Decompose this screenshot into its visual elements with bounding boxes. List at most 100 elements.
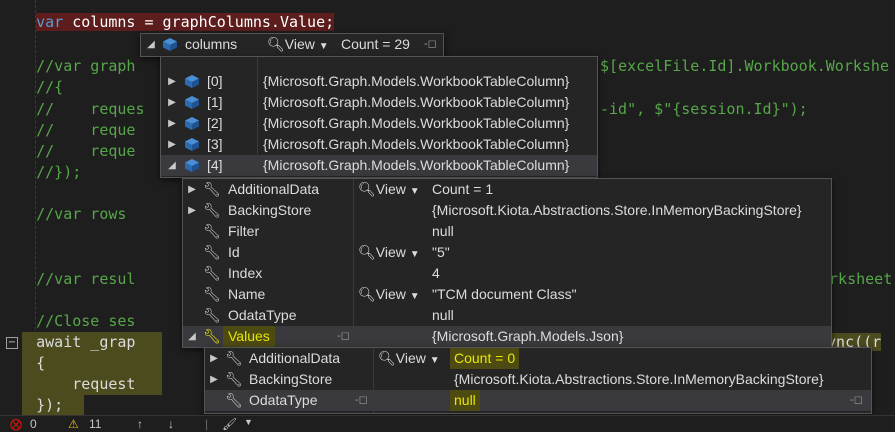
magnifier-icon: 🔍︎	[358, 286, 376, 302]
brush-icon[interactable]: 🖌︎	[222, 417, 237, 431]
property-row[interactable]: 🔧︎ Index 4	[183, 263, 831, 284]
expand-arrow-icon[interactable]: ▶	[187, 200, 197, 221]
object-icon	[185, 96, 199, 109]
chevron-down-icon: ▼	[409, 186, 420, 197]
property-row[interactable]: ▶ 🔧︎ AdditionalData 🔍︎View ▼ Count = 0	[205, 348, 871, 369]
code-line-current[interactable]: var columns = graphColumns.Value;	[0, 12, 895, 33]
property-name: OdataType	[249, 392, 318, 408]
list-item[interactable]: ▶ [0] {Microsoft.Graph.Models.WorkbookTa…	[161, 71, 597, 92]
view-button[interactable]: 🔍︎View ▼	[358, 284, 420, 307]
property-value: null	[432, 223, 454, 239]
property-name: AdditionalData	[249, 350, 341, 366]
datatip-items[interactable]: ▶ [0] {Microsoft.Graph.Models.WorkbookTa…	[160, 56, 598, 178]
item-value: {Microsoft.Graph.Models.WorkbookTableCol…	[263, 136, 570, 152]
arrow-down-icon[interactable]: ↓	[168, 417, 174, 431]
property-name: OdataType	[228, 307, 297, 323]
chevron-down-icon: ▼	[429, 355, 440, 366]
magnifier-icon: 🔍︎	[378, 350, 396, 366]
property-name: BackingStore	[249, 371, 333, 387]
property-name: Values	[223, 326, 275, 347]
object-icon	[163, 38, 177, 51]
property-value: null	[432, 307, 454, 323]
property-row[interactable]: ▶ 🔧︎ BackingStore {Microsoft.Kiota.Abstr…	[205, 369, 871, 390]
magnifier-icon: 🔍︎	[358, 181, 376, 197]
property-value: "TCM document Class"	[432, 286, 577, 302]
chevron-down-icon[interactable]: ▼	[244, 417, 253, 427]
property-value: {Microsoft.Graph.Models.Json}	[432, 328, 624, 344]
pin-icon[interactable]: -◻	[424, 34, 437, 55]
collapse-arrow-icon[interactable]: ◢	[187, 326, 197, 347]
arrow-up-icon[interactable]: ↑	[137, 417, 143, 431]
list-item[interactable]: ▶ [3] {Microsoft.Graph.Models.WorkbookTa…	[161, 134, 597, 155]
property-row[interactable]: 🔧︎ Filter null	[183, 221, 831, 242]
expand-arrow-icon[interactable]: ▶	[167, 92, 177, 113]
code-line-right: -id", $"{session.Id}");	[600, 100, 808, 118]
datatip-row[interactable]: ◢ columns 🔍︎View ▼ Count = 29 -◻	[141, 34, 443, 55]
expand-arrow-icon[interactable]: ▶	[167, 71, 177, 92]
datatip-columns[interactable]: ◢ columns 🔍︎View ▼ Count = 29 -◻	[140, 33, 444, 57]
warning-count[interactable]: 11	[89, 417, 101, 431]
warning-icon[interactable]: ⚠	[68, 417, 79, 431]
property-name: Id	[228, 244, 240, 260]
item-name: [1]	[207, 94, 223, 110]
list-item-selected[interactable]: ◢ [4] {Microsoft.Graph.Models.WorkbookTa…	[161, 155, 597, 176]
property-value: {Microsoft.Kiota.Abstractions.Store.InMe…	[454, 371, 824, 387]
wrench-icon: 🔧︎	[203, 223, 221, 239]
view-button[interactable]: 🔍︎View ▼	[358, 242, 420, 265]
property-value: null	[450, 390, 480, 411]
property-row[interactable]: 🔧︎ OdataType null	[183, 305, 831, 326]
property-value: Count = 1	[432, 181, 494, 197]
error-icon[interactable]: ⨂	[10, 417, 22, 431]
property-name: AdditionalData	[228, 181, 320, 197]
error-count[interactable]: 0	[30, 417, 37, 431]
property-row-selected[interactable]: ◢ 🔧︎ Values -◻ {Microsoft.Graph.Models.J…	[183, 326, 831, 347]
expand-arrow-icon[interactable]: ▶	[167, 134, 177, 155]
object-icon	[185, 159, 199, 172]
chevron-down-icon: ▼	[409, 249, 420, 260]
datatip-values[interactable]: ▶ 🔧︎ AdditionalData 🔍︎View ▼ Count = 0 ▶…	[204, 347, 872, 414]
item-value: {Microsoft.Graph.Models.WorkbookTableCol…	[263, 73, 570, 89]
view-button[interactable]: 🔍︎View ▼	[358, 179, 420, 202]
collapse-icon[interactable]: −	[6, 337, 18, 349]
wrench-icon: 🔧︎	[203, 265, 221, 281]
pin-icon[interactable]: -◻	[337, 326, 350, 347]
view-button[interactable]: 🔍︎View ▼	[267, 34, 329, 57]
property-row[interactable]: 🔧︎ Id 🔍︎View ▼ "5"	[183, 242, 831, 263]
view-button[interactable]: 🔍︎View ▼	[378, 348, 440, 371]
collapse-arrow-icon[interactable]: ◢	[167, 155, 177, 176]
property-value: 4	[432, 265, 440, 281]
expand-arrow-icon[interactable]: ▶	[187, 179, 197, 200]
property-name: BackingStore	[228, 202, 312, 218]
object-icon	[185, 117, 199, 130]
property-row[interactable]: ▶ 🔧︎ AdditionalData 🔍︎View ▼ Count = 1	[183, 179, 831, 200]
item-name: [3]	[207, 136, 223, 152]
list-item[interactable]: ▶ [1] {Microsoft.Graph.Models.WorkbookTa…	[161, 92, 597, 113]
magnifier-icon: 🔍︎	[358, 244, 376, 260]
variable-value: Count = 29	[341, 36, 410, 52]
datatip-properties[interactable]: ▶ 🔧︎ AdditionalData 🔍︎View ▼ Count = 1 ▶…	[182, 178, 832, 348]
property-row-selected[interactable]: 🔧︎ OdataType -◻ null -◻	[205, 390, 871, 411]
list-item[interactable]: ▶ [2] {Microsoft.Graph.Models.WorkbookTa…	[161, 113, 597, 134]
item-name: [4]	[207, 157, 223, 173]
wrench-icon: 🔧︎	[203, 328, 221, 344]
property-value: Count = 0	[450, 348, 520, 369]
variable-name: columns	[185, 36, 238, 52]
property-row[interactable]: ▶ 🔧︎ BackingStore {Microsoft.Kiota.Abstr…	[183, 200, 831, 221]
expand-arrow-icon[interactable]: ▶	[209, 369, 219, 390]
pin-icon[interactable]: -◻	[355, 390, 368, 411]
property-value: "5"	[432, 244, 450, 260]
expand-arrow-icon[interactable]: ▶	[167, 113, 177, 134]
separator: |	[205, 417, 209, 431]
chevron-down-icon: ▼	[409, 291, 420, 302]
expand-arrow-icon[interactable]: ▶	[209, 348, 219, 369]
status-bar: ⨂ 0 ⚠ 11 ↑ ↓ | 🖌︎ ▼	[0, 415, 895, 432]
property-name: Name	[228, 286, 266, 302]
pin-icon[interactable]: -◻	[850, 390, 863, 411]
item-value: {Microsoft.Graph.Models.WorkbookTableCol…	[263, 115, 570, 131]
wrench-icon: 🔧︎	[225, 350, 243, 366]
collapse-arrow-icon[interactable]: ◢	[146, 34, 156, 55]
property-name: Index	[228, 265, 263, 281]
property-row[interactable]: 🔧︎ Name 🔍︎View ▼ "TCM document Class"	[183, 284, 831, 305]
wrench-icon: 🔧︎	[203, 181, 221, 197]
object-icon	[185, 75, 199, 88]
